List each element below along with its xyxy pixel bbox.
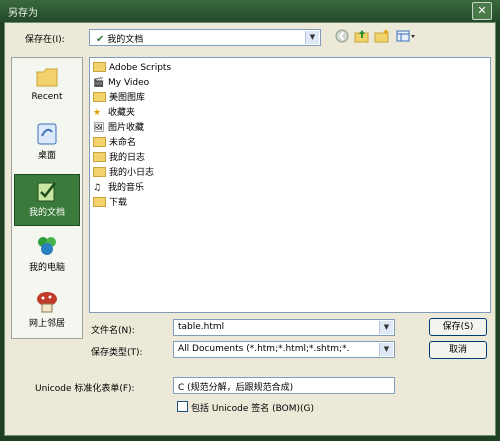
save-button[interactable]: 保存(S): [429, 318, 487, 336]
folder-icon: [93, 166, 106, 177]
unicode-form-value: C (规范分解，后跟规范合成): [178, 383, 294, 393]
cancel-button[interactable]: 取消: [429, 341, 487, 359]
bom-checkbox-label[interactable]: 包括 Unicode 签名 (BOM)(G): [191, 401, 314, 414]
filetype-dropdown[interactable]: All Documents (*.htm;*.html;*.shtm;*. ▼: [173, 341, 395, 358]
place-label-my-documents: 我的文档: [28, 208, 65, 218]
close-button[interactable]: ✕: [472, 2, 492, 20]
folder-icon: [93, 196, 106, 207]
music-folder-icon: ♫: [93, 182, 102, 193]
save-in-label: 保存在(I):: [25, 35, 65, 45]
file-name: 我的音乐: [108, 183, 145, 193]
up-folder-icon[interactable]: [353, 29, 371, 45]
folder-icon: [93, 91, 106, 102]
list-item[interactable]: 未命名: [93, 136, 137, 149]
file-name: 我的日志: [109, 153, 146, 163]
file-name: 收藏夹: [108, 108, 136, 118]
views-menu-icon[interactable]: [395, 29, 417, 45]
new-folder-icon[interactable]: [373, 29, 391, 45]
list-item[interactable]: 🎬 My Video: [93, 77, 149, 89]
list-item[interactable]: Adobe Scripts: [93, 61, 172, 74]
place-label-network: 网上邻居: [28, 319, 65, 329]
window-title: 另存为: [8, 8, 38, 19]
list-item[interactable]: 🖼 图片收藏: [93, 122, 144, 134]
title-bar: 另存为 ✕: [0, 0, 500, 22]
list-item[interactable]: 我的日志: [93, 151, 146, 164]
place-my-computer[interactable]: 我的电脑: [14, 230, 80, 282]
bom-checkbox[interactable]: [177, 401, 188, 412]
place-network[interactable]: 网上邻居: [14, 286, 80, 338]
save-as-dialog: 保存在(I): ✔ 我的文档 ▼ Recent 桌面 我的文档 我的电脑 网上邻…: [4, 22, 496, 436]
list-item[interactable]: ★ 收藏夹: [93, 107, 135, 119]
folder-icon: [93, 61, 106, 72]
unicode-form-label: Unicode 标准化表单(F):: [35, 384, 135, 394]
filename-input[interactable]: table.html ▼: [173, 319, 395, 336]
filetype-value: All Documents (*.htm;*.html;*.shtm;*.: [178, 344, 350, 354]
file-name: 未命名: [109, 138, 137, 148]
recent-icon: [34, 66, 60, 90]
places-bar: Recent 桌面 我的文档 我的电脑 网上邻居: [11, 57, 83, 339]
file-name: 美图图库: [109, 93, 146, 103]
list-item[interactable]: 下载: [93, 196, 128, 209]
file-name: My Video: [108, 78, 150, 88]
place-my-documents[interactable]: 我的文档: [14, 174, 80, 226]
close-icon: ✕: [477, 4, 487, 17]
filename-value: table.html: [178, 322, 225, 332]
place-label-my-computer: 我的电脑: [28, 263, 65, 273]
list-item[interactable]: 美图图库: [93, 91, 146, 104]
pictures-folder-icon: 🖼: [93, 122, 105, 133]
folder-icon: [93, 151, 106, 162]
save-in-value: 我的文档: [107, 35, 144, 45]
filename-label: 文件名(N):: [91, 326, 135, 336]
save-in-dropdown[interactable]: ✔ 我的文档 ▼: [89, 29, 321, 46]
my-computer-icon: [34, 234, 60, 258]
network-icon: [34, 290, 60, 314]
place-desktop[interactable]: 桌面: [14, 118, 80, 170]
folder-icon: [93, 136, 106, 147]
chevron-down-icon[interactable]: ▼: [379, 343, 393, 356]
chevron-down-icon[interactable]: ▼: [305, 31, 319, 44]
my-documents-icon: [34, 179, 60, 203]
list-item[interactable]: 我的小日志: [93, 166, 155, 179]
place-label-recent: Recent: [31, 92, 63, 102]
chevron-down-icon[interactable]: ▼: [379, 321, 393, 334]
file-name: 下载: [109, 198, 128, 208]
list-item[interactable]: ♫ 我的音乐: [93, 182, 144, 194]
file-name: 我的小日志: [109, 168, 155, 178]
unicode-form-dropdown[interactable]: C (规范分解，后跟规范合成): [173, 377, 395, 394]
my-documents-small-icon: ✔: [96, 34, 105, 45]
file-name: Adobe Scripts: [109, 63, 172, 73]
favorites-icon: ★: [93, 107, 102, 118]
file-list[interactable]: Adobe Scripts 🎬 My Video 美图图库 ★ 收藏夹 🖼 图片收藏 …: [89, 57, 491, 313]
place-label-desktop: 桌面: [37, 151, 56, 161]
place-recent[interactable]: Recent: [14, 62, 80, 114]
video-folder-icon: 🎬: [93, 77, 105, 88]
file-name: 图片收藏: [108, 123, 145, 133]
desktop-icon: [34, 122, 60, 146]
back-icon[interactable]: [333, 29, 351, 45]
filetype-label: 保存类型(T):: [91, 348, 143, 358]
